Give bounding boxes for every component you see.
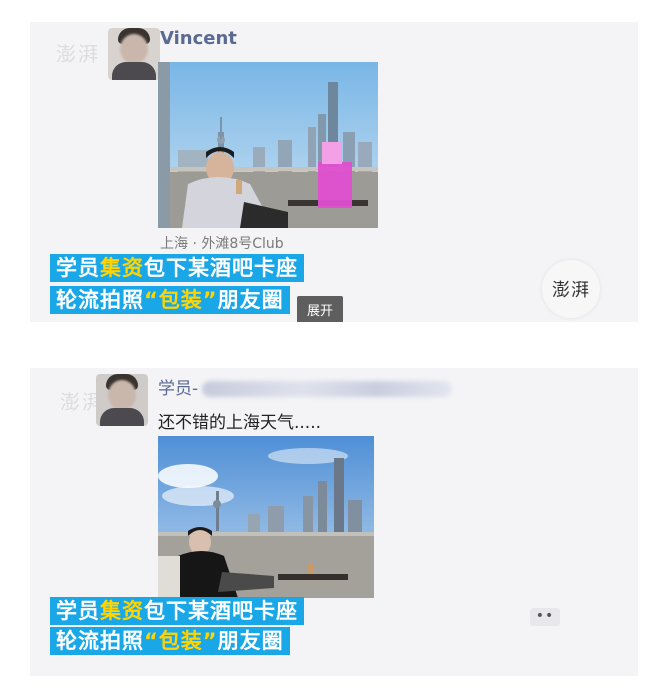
blurred-name [202,381,453,397]
author-name[interactable]: Vincent [160,28,237,49]
caption-banner-line1: 学员集资包下某酒吧卡座 [50,597,304,625]
more-dots-icon[interactable]: •• [530,608,560,626]
moments-post-2: 澎湃 学员- 还不错的上海天气..... 学员集资包下某酒吧卡座 轮流拍照“包装… [30,368,638,676]
location-text[interactable]: 上海 · 外滩8号Club [160,233,284,253]
watermark-text: 澎湃 [56,42,100,66]
caption-banner-line2: 轮流拍照“包装”朋友圈 [50,286,290,314]
caption-banner-line2: 轮流拍照“包装”朋友圈 [50,627,290,655]
avatar[interactable] [96,374,148,426]
caption-banner-line1: 学员集资包下某酒吧卡座 [50,254,304,282]
expand-button[interactable]: 展开 [297,296,344,322]
watermark-stamp: 澎湃 [542,260,600,318]
post-photo[interactable] [158,62,378,228]
post-photo[interactable] [158,436,374,598]
moments-post-1: 澎湃 Vincent 上海 · 外滩8号Club 学员集资包下某酒吧卡座 轮流拍… [30,22,638,322]
post-text: 还不错的上海天气..... [158,413,322,433]
author-name[interactable]: 学员- [158,374,453,399]
avatar[interactable] [108,28,160,80]
